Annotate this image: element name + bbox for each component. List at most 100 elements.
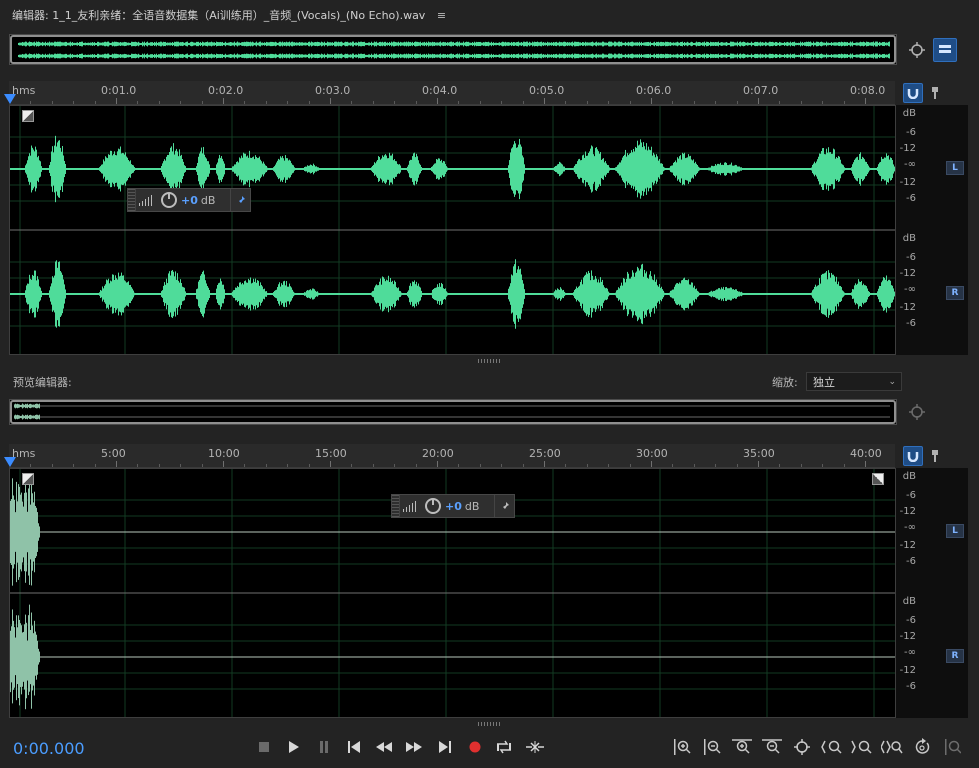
ruler-minor-tick [51, 101, 53, 104]
hud-pin-icon[interactable] [230, 189, 250, 211]
hud-pin-icon[interactable] [494, 495, 514, 517]
rewind-icon[interactable] [374, 737, 394, 757]
pause-icon[interactable] [314, 737, 334, 757]
ruler-minor-tick [351, 101, 353, 104]
hud-grip-icon[interactable] [392, 495, 400, 517]
preview-waveform-area[interactable]: +0 dB [9, 468, 896, 726]
zoom-mode-select[interactable]: 独立 ⌄ [806, 372, 902, 391]
panel-menu-icon[interactable]: ≡ [437, 9, 446, 22]
ruler-tick-label: 0:04.0 [422, 84, 458, 97]
zoom-to-selection-icon[interactable] [905, 38, 929, 62]
ruler-minor-tick [265, 101, 267, 104]
preview-pin-icon[interactable] [925, 446, 945, 466]
preview-channel-left-badge[interactable]: L [946, 524, 964, 538]
zoom-in-point-icon[interactable] [820, 737, 844, 757]
ruler-tick [330, 98, 331, 104]
db-scale-label: -12 [899, 268, 916, 279]
preview-channel-right-badge[interactable]: R [946, 649, 964, 663]
fade-handle-icon[interactable] [22, 110, 34, 122]
zoom-mode-value: 独立 [813, 375, 835, 389]
db-scale-label: -6 [906, 490, 916, 501]
db-scale-label: -12 [899, 665, 916, 676]
play-icon[interactable] [284, 737, 304, 757]
spectral-view-toggle-icon[interactable] [933, 38, 957, 62]
main-waveform-area[interactable]: +0 dB [9, 105, 896, 363]
db-scale-label: -∞ [904, 522, 916, 533]
zoom-full-icon[interactable] [790, 737, 814, 757]
ruler-minor-tick [394, 101, 396, 104]
ruler-tick [865, 98, 866, 104]
ruler-minor-tick [693, 101, 695, 104]
pin-icon[interactable] [925, 83, 945, 103]
zoom-playhead-icon[interactable] [940, 737, 964, 757]
db-scale-label: -6 [906, 681, 916, 692]
preview-snap-magnet-icon[interactable] [903, 446, 923, 466]
ruler-tick-label: 30:00 [636, 447, 668, 460]
ruler-minor-tick [458, 101, 460, 104]
snap-magnet-icon[interactable] [903, 83, 923, 103]
db-scale-label: -12 [899, 302, 916, 313]
record-icon[interactable] [465, 737, 485, 757]
ruler-minor-tick [158, 101, 160, 104]
volume-hud[interactable]: +0 dB [127, 188, 251, 212]
zoom-out-amplitude-icon[interactable] [700, 737, 724, 757]
overview-waveform[interactable] [9, 34, 897, 65]
overview-viewport-frame[interactable] [10, 35, 896, 64]
channel-left-badge[interactable]: L [946, 161, 964, 175]
ruler-minor-tick [629, 101, 631, 104]
ruler-minor-tick [501, 101, 503, 104]
hud-volume-unit: dB [200, 193, 216, 207]
bottom-db-scale: dB -6 -12 -∞ -12 -6 dB -6 -12 -∞ -12 -6 L R [896, 468, 968, 718]
ruler-minor-tick [287, 464, 289, 467]
ruler-minor-tick [372, 464, 374, 467]
ruler-minor-tick [822, 101, 824, 104]
db-scale-label: -6 [906, 193, 916, 204]
volume-knob[interactable] [425, 498, 441, 514]
ruler-minor-tick [201, 101, 203, 104]
preview-playhead-marker-icon[interactable] [4, 457, 16, 467]
ruler-tick-label: 0:03.0 [315, 84, 351, 97]
ruler-minor-tick [822, 464, 824, 467]
zoom-in-time-icon[interactable] [730, 737, 754, 757]
skip-selection-icon[interactable] [525, 737, 545, 757]
channel-right-badge[interactable]: R [946, 286, 964, 300]
ruler-minor-tick [715, 101, 717, 104]
playhead-marker-icon[interactable] [4, 94, 16, 104]
volume-knob[interactable] [161, 192, 177, 208]
ruler-minor-tick [158, 464, 160, 467]
ruler-tick-label: 5:00 [101, 447, 126, 460]
editor-title-text: 编辑器: 1_1_友利亲绪：全语音数据集（Ai训练用）_音频_(Vocals)_… [12, 9, 426, 22]
ruler-minor-tick [415, 464, 417, 467]
bottom-time-ruler[interactable]: hms 5:00 10:00 15:00 20:00 25:00 30:00 35:00 40… [4, 444, 895, 468]
preview-viewport-frame[interactable] [10, 400, 896, 424]
current-time-display[interactable]: 0:00.000 [13, 739, 85, 758]
fast-forward-icon[interactable] [404, 737, 424, 757]
ruler-minor-tick [137, 464, 139, 467]
preview-overview-waveform[interactable] [9, 399, 897, 425]
zoom-out-point-icon[interactable] [850, 737, 874, 757]
ruler-tick [651, 98, 652, 104]
zoom-reset-icon[interactable] [910, 737, 934, 757]
hud-grip-icon[interactable] [128, 189, 136, 211]
preview-fade-out-handle-icon[interactable] [872, 473, 884, 485]
panel-resize-handle[interactable] [478, 359, 502, 363]
loop-icon[interactable] [494, 737, 514, 757]
skip-to-start-icon[interactable] [344, 737, 364, 757]
preview-resize-handle[interactable] [478, 722, 502, 726]
ruler-minor-tick [372, 101, 374, 104]
skip-to-end-icon[interactable] [435, 737, 455, 757]
ruler-tick-label: 0:05.0 [529, 84, 565, 97]
preview-zoom-to-selection-icon[interactable] [905, 400, 929, 424]
preview-fade-in-handle-icon[interactable] [22, 473, 34, 485]
ruler-tick [758, 461, 759, 467]
top-time-ruler[interactable]: hms 0:01.0 0:02.0 0:03.0 0:04.0 0:05.0 0:06.0… [4, 81, 895, 105]
ruler-minor-tick [586, 464, 588, 467]
db-scale-label: -∞ [904, 284, 916, 295]
zoom-selection-icon[interactable] [880, 737, 904, 757]
preview-volume-hud[interactable]: +0 dB [391, 494, 515, 518]
stop-icon[interactable] [254, 737, 274, 757]
zoom-in-amplitude-icon[interactable] [670, 737, 694, 757]
ruler-minor-tick [94, 101, 96, 104]
ruler-minor-tick [608, 464, 610, 467]
zoom-out-time-icon[interactable] [760, 737, 784, 757]
